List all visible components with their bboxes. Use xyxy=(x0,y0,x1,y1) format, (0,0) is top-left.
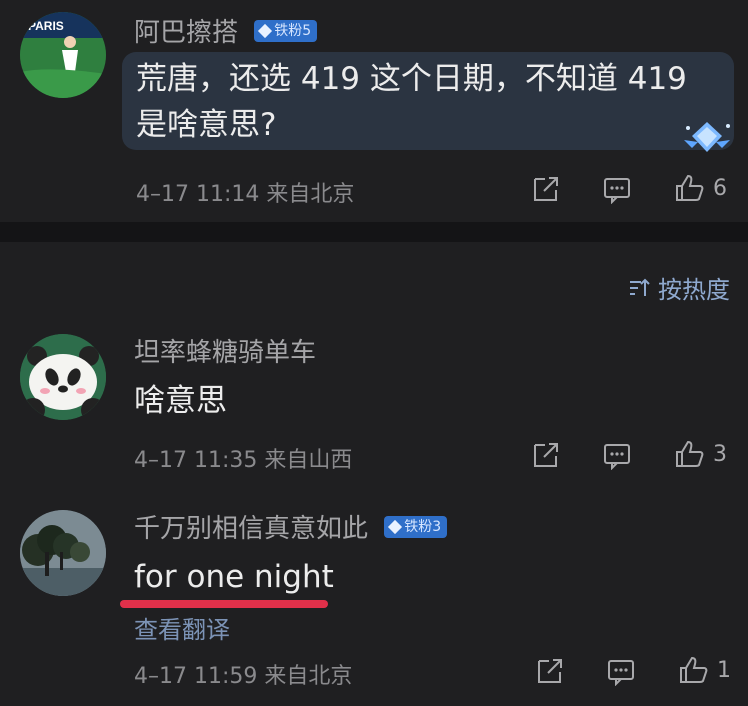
username[interactable]: 坦率蜂糖骑单车 xyxy=(134,338,316,368)
reply-button[interactable] xyxy=(606,656,636,686)
comment-text-line: 荒唐，还选 419 这个日期，不知道 419 xyxy=(136,61,687,97)
comment-text: for one night xyxy=(134,559,334,595)
share-icon xyxy=(538,659,562,683)
soccer-player-avatar-image: PARIS xyxy=(20,12,106,98)
panda-avatar-image xyxy=(20,334,106,420)
comments-section: 按热度 坦率蜂糖骑单车 啥意思 4–17 11:35 来自山西 3 千万别相信真… xyxy=(0,242,748,706)
reply-button[interactable] xyxy=(602,174,632,204)
reply-button[interactable] xyxy=(602,440,632,470)
username-text[interactable]: 阿巴擦搭 xyxy=(134,18,238,48)
like-button[interactable]: 3 xyxy=(673,438,727,470)
username-text[interactable]: 千万别相信真意如此 xyxy=(134,514,368,544)
section-divider xyxy=(0,222,748,242)
comment-text: 荒唐，还选 419 这个日期，不知道 419 是啥意思? xyxy=(136,56,696,148)
comment-meta: 4–17 11:35 来自山西 xyxy=(134,448,353,473)
like-count: 3 xyxy=(713,441,727,467)
comment-text-line: 是啥意思? xyxy=(136,107,277,143)
thumb-up-icon xyxy=(680,656,708,683)
avatar[interactable]: PARIS xyxy=(20,12,106,98)
comment-meta: 4–17 11:59 来自北京 xyxy=(134,664,353,689)
thumb-up-icon xyxy=(676,174,704,201)
jersey-text: PARIS xyxy=(28,19,64,33)
avatar[interactable] xyxy=(20,510,106,596)
comment-text: 啥意思 xyxy=(134,383,227,419)
top-comment-section: PARIS 阿巴擦搭 铁粉5 荒唐，还选 419 这个日期，不知道 419 是啥… xyxy=(0,0,748,222)
share-button[interactable] xyxy=(531,174,561,204)
sort-label: 按热度 xyxy=(658,276,730,304)
fan-badge-label: 铁粉5 xyxy=(274,22,312,39)
username[interactable]: 千万别相信真意如此 铁粉3 xyxy=(134,514,448,544)
fan-badge[interactable]: 铁粉3 xyxy=(384,515,448,538)
tree-avatar-image xyxy=(20,510,106,596)
like-button[interactable]: 1 xyxy=(677,654,731,686)
username[interactable]: 阿巴擦搭 铁粉5 xyxy=(134,18,318,48)
thumb-up-icon xyxy=(676,440,704,467)
comment-icon xyxy=(604,178,630,204)
comment-icon xyxy=(608,660,634,686)
share-button[interactable] xyxy=(531,440,561,470)
avatar[interactable] xyxy=(20,334,106,420)
share-icon xyxy=(534,177,558,201)
diamond-decoration-icon xyxy=(684,122,730,152)
like-count: 1 xyxy=(717,657,731,683)
sort-button[interactable]: 按热度 xyxy=(628,270,730,305)
comment-meta: 4–17 11:14 来自北京 xyxy=(136,182,355,207)
fan-badge[interactable]: 铁粉5 xyxy=(254,19,318,42)
share-button[interactable] xyxy=(535,656,565,686)
diamond-icon xyxy=(388,519,403,534)
comment-icon xyxy=(604,444,630,470)
translate-link[interactable]: 查看翻译 xyxy=(134,610,230,645)
like-button[interactable]: 6 xyxy=(673,172,727,204)
share-icon xyxy=(534,443,558,467)
like-count: 6 xyxy=(713,175,727,201)
fan-badge-label: 铁粉3 xyxy=(404,518,442,535)
highlight-underline xyxy=(120,600,328,608)
sort-icon xyxy=(630,278,650,296)
diamond-icon xyxy=(258,23,273,38)
